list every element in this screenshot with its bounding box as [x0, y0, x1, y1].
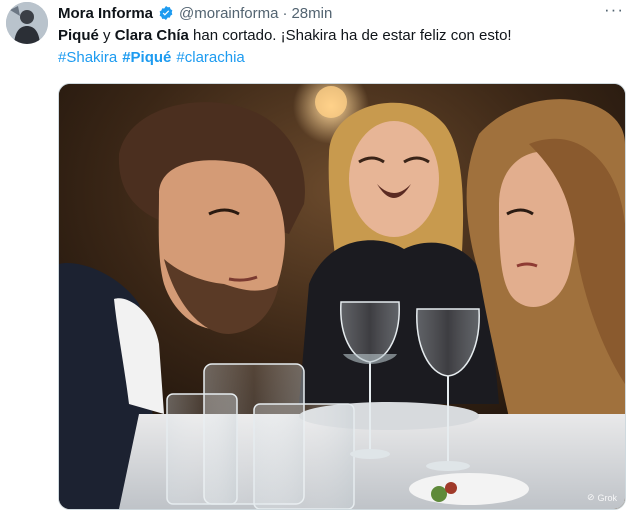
tweet-image[interactable]: ⊘ Grok: [58, 83, 626, 510]
author-handle[interactable]: @morainforma: [179, 5, 278, 22]
grok-logo-icon: ⊘: [586, 492, 595, 502]
grok-label: Grok: [597, 492, 617, 503]
grok-watermark: ⊘ Grok: [587, 492, 617, 503]
separator-dot: ·: [282, 4, 288, 22]
verified-badge-icon: [159, 6, 173, 20]
avatar[interactable]: [6, 2, 48, 44]
tweet-text: Piqué y Clara Chía han cortado. ¡Shakira…: [58, 25, 512, 47]
timestamp[interactable]: 28min: [291, 5, 332, 22]
hashtag-clarachia[interactable]: #clarachia: [176, 49, 244, 66]
author-name[interactable]: Mora Informa: [58, 5, 153, 22]
avatar-image: [6, 2, 48, 44]
hashtag-shakira[interactable]: #Shakira: [58, 49, 117, 66]
more-horizontal-icon[interactable]: ···: [604, 0, 624, 20]
text-connector: y: [98, 27, 115, 44]
tweet-header: Mora Informa @morainforma · 28min: [58, 3, 332, 23]
hashtag-pique[interactable]: #Piqué: [122, 49, 171, 66]
tweet-card[interactable]: Mora Informa @morainforma · 28min ··· Pi…: [0, 0, 640, 523]
text-bold-clara: Clara Chía: [114, 27, 189, 44]
text-rest: han cortado. ¡Shakira ha de estar feliz …: [188, 27, 512, 44]
text-bold-pique: Piqué: [58, 27, 99, 44]
hashtag-list: #Shakira #Piqué #clarachia: [58, 47, 250, 69]
restaurant-scene-image: [59, 84, 625, 509]
